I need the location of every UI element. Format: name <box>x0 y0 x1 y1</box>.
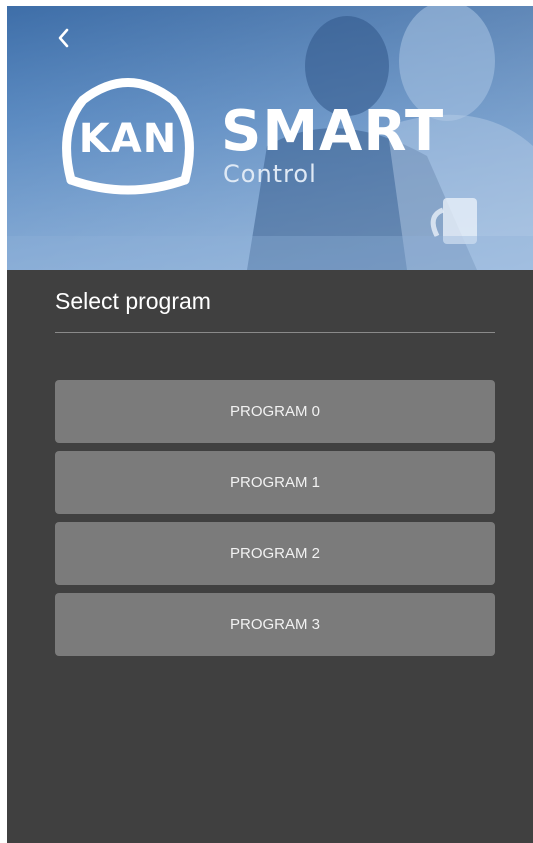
product-name: SMART <box>221 99 445 164</box>
program-2-button[interactable]: PROGRAM 2 <box>55 522 495 585</box>
program-1-button[interactable]: PROGRAM 1 <box>55 451 495 514</box>
product-subtitle: Control <box>223 160 317 188</box>
app-screen: KAN SMART Control Select program PROGRAM… <box>7 6 533 843</box>
back-button[interactable] <box>49 22 77 54</box>
header-banner: KAN SMART Control <box>7 6 533 270</box>
logo-text: KAN <box>78 116 178 162</box>
program-list: PROGRAM 0 PROGRAM 1 PROGRAM 2 PROGRAM 3 <box>55 380 495 664</box>
kan-logo: KAN <box>53 70 203 200</box>
program-0-button[interactable]: PROGRAM 0 <box>55 380 495 443</box>
page-title: Select program <box>55 288 211 314</box>
program-3-button[interactable]: PROGRAM 3 <box>55 593 495 656</box>
title-divider <box>55 332 495 333</box>
chevron-left-icon <box>58 28 69 48</box>
